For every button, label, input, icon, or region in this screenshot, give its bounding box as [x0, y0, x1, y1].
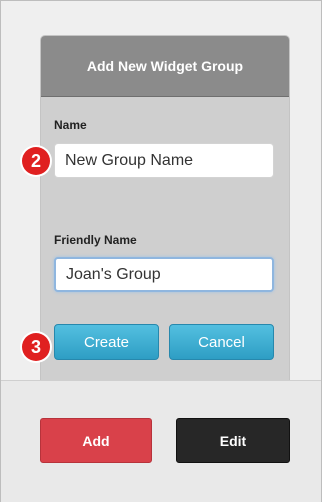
friendly-name-label: Friendly Name	[54, 233, 137, 247]
friendly-name-input[interactable]: Joan's Group	[54, 257, 274, 292]
add-button[interactable]: Add	[40, 418, 152, 463]
step-2-badge: 2	[22, 147, 50, 175]
create-button[interactable]: Create	[54, 324, 159, 360]
name-label: Name	[54, 118, 87, 132]
edit-button[interactable]: Edit	[176, 418, 290, 463]
cancel-button[interactable]: Cancel	[169, 324, 274, 360]
step-3-badge: 3	[22, 333, 50, 361]
name-input[interactable]: New Group Name	[54, 143, 274, 178]
add-widget-group-dialog: Add New Widget Group Name New Group Name…	[41, 36, 289, 380]
dialog-title: Add New Widget Group	[41, 36, 289, 97]
